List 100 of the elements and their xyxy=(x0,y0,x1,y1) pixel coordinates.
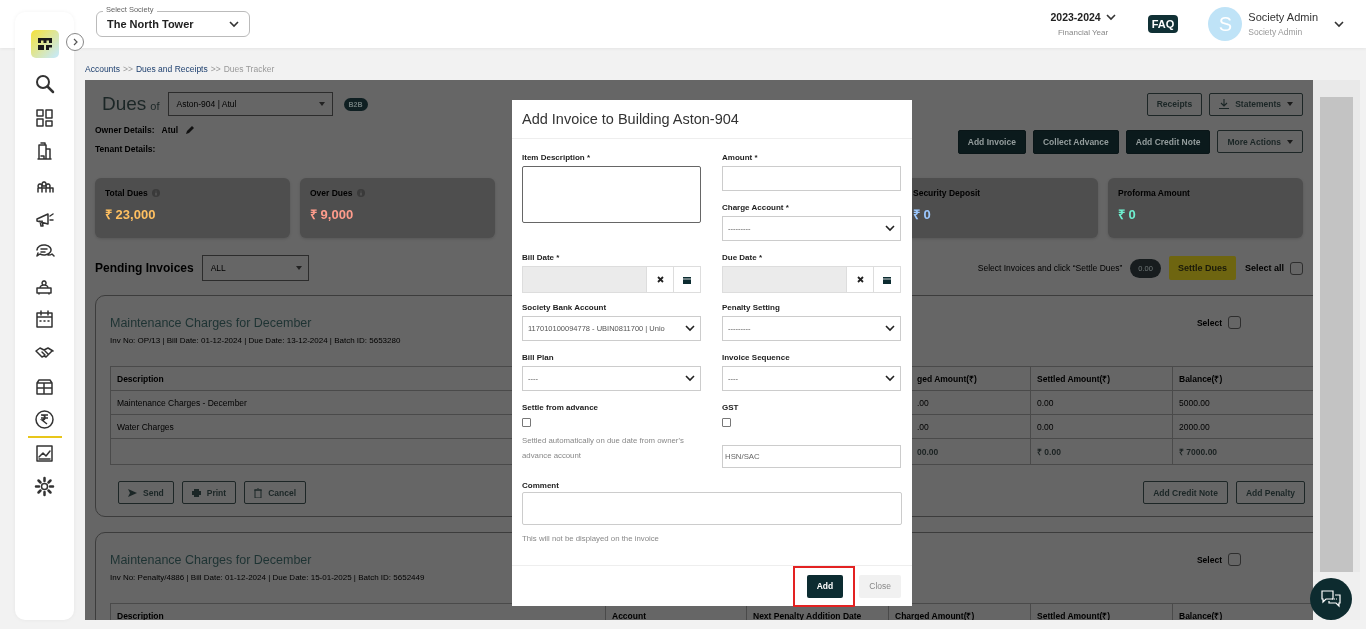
app-logo[interactable] xyxy=(30,30,59,58)
amount-value: ₹ 23,000 xyxy=(105,206,156,223)
calendar-button[interactable] xyxy=(874,266,901,293)
user-role: Society Admin xyxy=(1248,27,1304,37)
owner-label: Owner Details: xyxy=(95,125,155,135)
page-title: Dues xyxy=(102,93,147,115)
table-cell: 0.00 xyxy=(1030,390,1173,415)
chevron-down-icon xyxy=(1105,13,1116,21)
avatar: S xyxy=(1208,7,1243,41)
table-cell: 0.00 xyxy=(1030,414,1173,439)
chevron-down-icon xyxy=(885,225,895,232)
building-icon xyxy=(34,140,55,162)
card-title: Security Deposit xyxy=(913,188,981,198)
chevron-down-icon xyxy=(685,375,695,382)
amount-value: ₹ 0 xyxy=(913,206,931,223)
action-button[interactable]: Collect Advance xyxy=(1032,130,1119,154)
unit-select[interactable]: Aston-904 | Atul xyxy=(167,92,333,116)
field-label: Comment xyxy=(522,481,560,490)
amount-input[interactable] xyxy=(722,166,901,191)
faq-button[interactable]: FAQ xyxy=(1147,15,1179,33)
field-label: Item Description * xyxy=(522,153,591,164)
financial-year-select[interactable]: 2023-2024 xyxy=(1050,11,1116,23)
breadcrumb-link[interactable]: Accounts xyxy=(85,64,120,74)
select-label: Select xyxy=(1196,317,1222,328)
field-label: Settle from advance xyxy=(522,403,600,414)
card-title: Proforma Amount xyxy=(1118,188,1190,198)
invoice-meta: Inv No: Penalty/4886 | Bill Date: 01-12-2024 | Due Date: 15-01-2025 | Batch ID: 5652449 xyxy=(110,573,425,582)
field-label: Society Bank Account xyxy=(522,303,608,314)
pencil-icon[interactable] xyxy=(185,125,196,135)
calendar-icon xyxy=(34,308,55,330)
select-label: Select xyxy=(1196,554,1222,565)
column-header: Settled Amount(₹) xyxy=(1030,366,1173,391)
column-header: Balance(₹) xyxy=(1172,366,1313,391)
caret-icon xyxy=(295,266,302,270)
scrollbar-thumb[interactable] xyxy=(1320,97,1353,572)
chevron-down-icon xyxy=(885,325,895,332)
select-all-label: Select all xyxy=(1244,263,1284,273)
invoice-title: Maintenance Charges for December xyxy=(110,316,313,330)
chevron-down-icon xyxy=(685,325,695,332)
chevron-down-icon xyxy=(885,375,895,382)
expand-button[interactable] xyxy=(66,33,84,51)
select-checkbox[interactable] xyxy=(1228,316,1241,329)
chevron-down-icon xyxy=(229,20,239,28)
caret-icon xyxy=(318,102,325,106)
breadcrumb-separator: >> xyxy=(122,64,133,74)
field-label: Amount * xyxy=(722,153,759,164)
close-icon xyxy=(656,276,664,283)
breadcrumb-link[interactable]: Dues and Receipts xyxy=(135,64,208,74)
clear-button[interactable] xyxy=(647,266,674,293)
action-button[interactable]: Add Invoice xyxy=(957,130,1026,154)
total-cell: ₹ 0.00 xyxy=(1030,438,1173,465)
caret-icon xyxy=(1287,139,1293,144)
printer-icon xyxy=(191,488,201,497)
column-header: Settled Amount(₹) xyxy=(1030,603,1173,620)
filter-select[interactable]: ALL xyxy=(201,255,309,281)
add-button[interactable]: Add xyxy=(806,574,844,598)
section-title: Pending Invoices xyxy=(95,261,194,275)
calendar-icon xyxy=(883,275,891,284)
field-label: Penalty Setting xyxy=(722,303,781,314)
breadcrumb-separator: >> xyxy=(210,64,221,74)
breadcrumb-current: Dues Tracker xyxy=(223,64,275,74)
invoice-meta: Inv No: OP/13 | Bill Date: 01-12-2024 | Due Date: 13-12-2024 | Batch ID: 5653280 xyxy=(110,336,401,345)
field-label: Due Date * xyxy=(722,253,763,264)
chat-icon xyxy=(1321,590,1341,608)
hint-text: Select Invoices and click “Settle Dues” xyxy=(977,263,1123,273)
field-label: Charge Account * xyxy=(722,203,790,214)
card-title: Total Dues xyxy=(105,188,148,198)
close-button[interactable]: Close xyxy=(859,574,901,598)
date-input[interactable] xyxy=(722,266,847,293)
calendar-icon xyxy=(683,275,691,284)
caret-icon xyxy=(1287,102,1293,106)
chart-icon xyxy=(34,442,55,464)
field-label: GST xyxy=(722,403,740,414)
download-icon xyxy=(1219,99,1230,109)
trash-icon xyxy=(254,487,263,498)
select-all-checkbox[interactable] xyxy=(1290,261,1303,275)
user-name: Society Admin xyxy=(1248,11,1318,23)
amount-value: ₹ 0 xyxy=(1118,206,1136,223)
field-label: Bill Plan xyxy=(522,353,555,364)
action-button[interactable]: Add Credit Note xyxy=(1125,130,1211,154)
chevron-down-icon xyxy=(1334,20,1344,28)
send-icon xyxy=(128,488,137,497)
financial-year-caption: Financial Year xyxy=(1057,28,1109,37)
card-title: Over Dues xyxy=(310,188,353,198)
field-label: Invoice Sequence xyxy=(722,353,791,364)
owner-name: Atul xyxy=(161,125,179,135)
field-label: Bill Date * xyxy=(522,253,561,264)
tenant-label: Tenant Details: xyxy=(95,144,157,154)
date-input[interactable] xyxy=(522,266,647,293)
chevron-right-icon xyxy=(72,38,78,46)
dashboard-grid-icon xyxy=(34,106,55,128)
clear-button[interactable] xyxy=(847,266,874,293)
search-icon xyxy=(34,73,55,95)
calendar-button[interactable] xyxy=(674,266,701,293)
item-description-textarea[interactable] xyxy=(522,166,701,223)
checkbox[interactable] xyxy=(722,418,731,427)
checkbox[interactable] xyxy=(522,418,531,427)
select-checkbox[interactable] xyxy=(1228,553,1241,566)
invoice-title: Maintenance Charges for December xyxy=(110,553,313,567)
close-icon xyxy=(856,276,864,283)
